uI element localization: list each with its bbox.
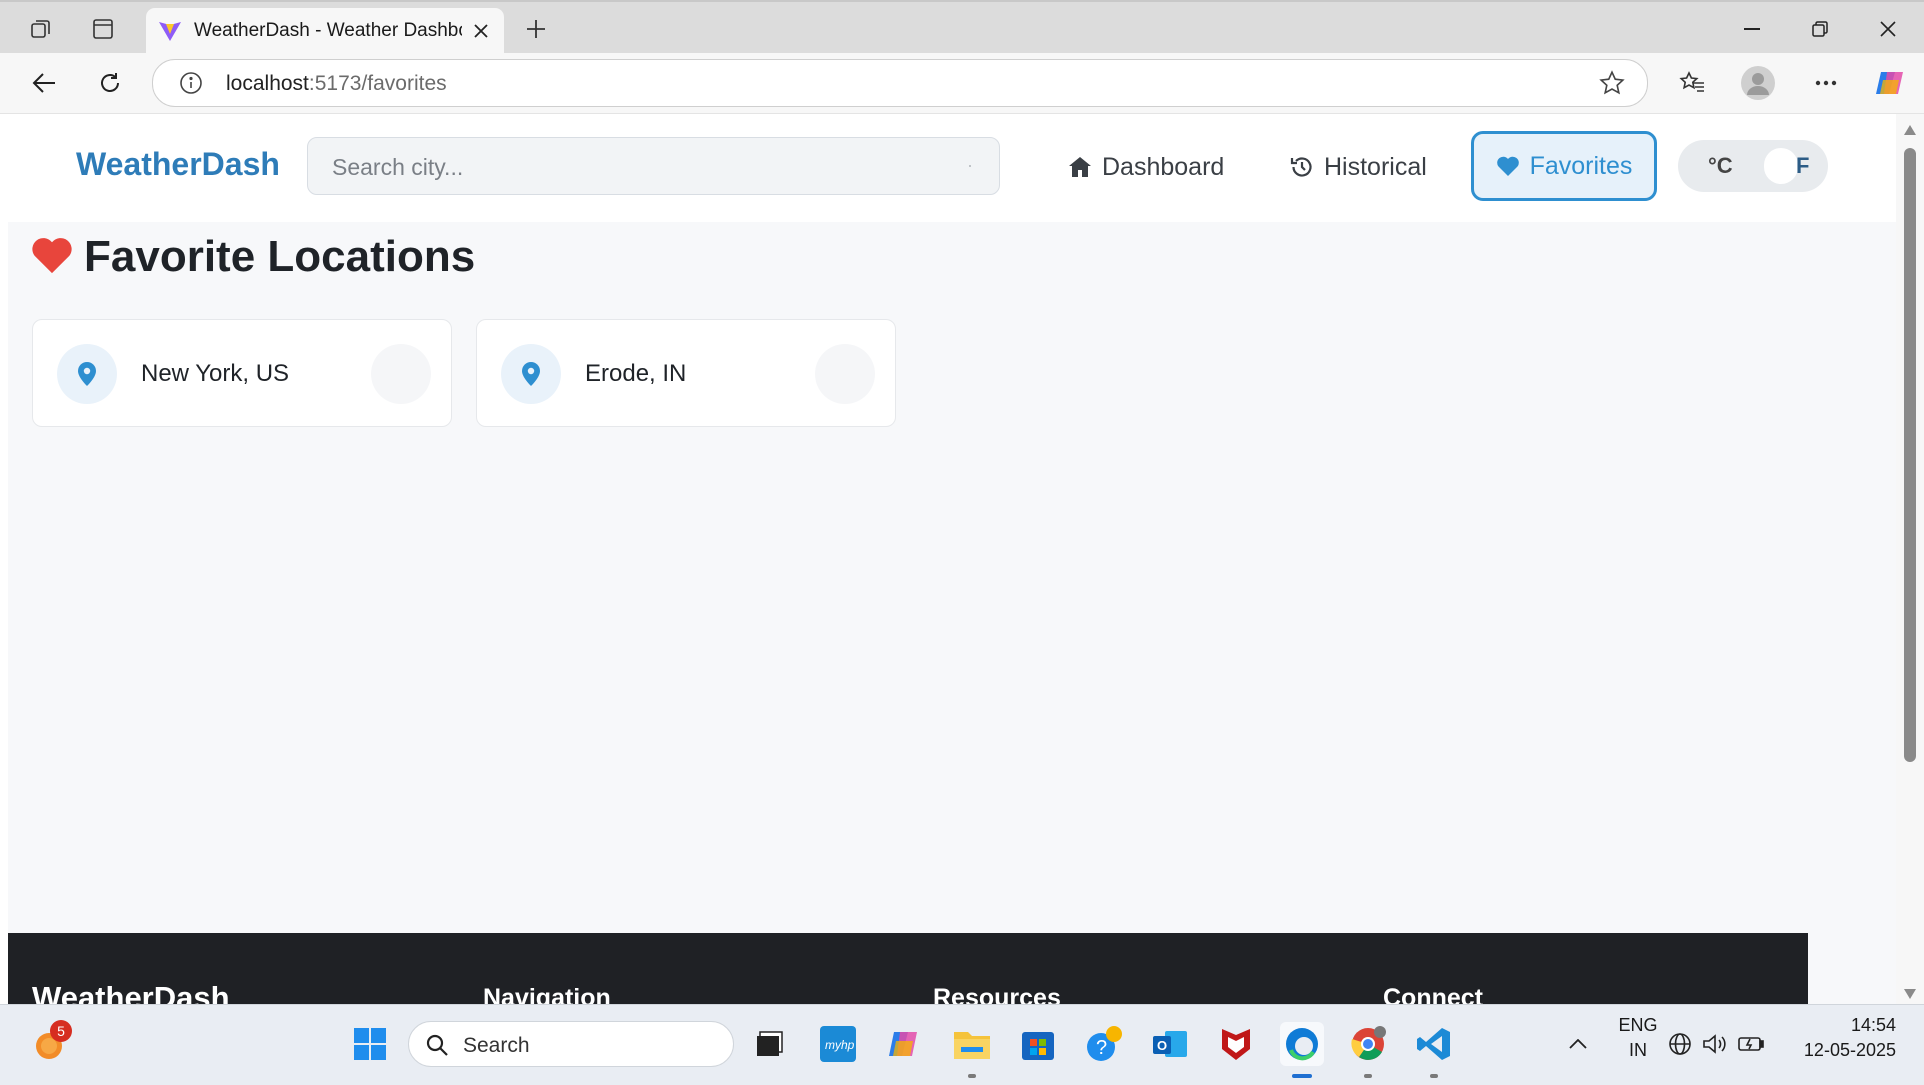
running-indicator	[1364, 1074, 1372, 1078]
new-tab-icon[interactable]	[516, 10, 556, 48]
history-icon	[1290, 155, 1314, 179]
footer-heading-connect: Connect	[1383, 984, 1483, 1004]
unit-celsius-label: °C	[1708, 153, 1733, 178]
close-tab-icon[interactable]	[468, 18, 494, 44]
language-code: ENG	[1618, 1015, 1658, 1035]
footer-heading-navigation: Navigation	[483, 984, 611, 1004]
heart-icon	[1496, 155, 1520, 177]
home-icon	[1068, 156, 1092, 178]
svg-text:myhp: myhp	[825, 1038, 855, 1052]
task-view-icon[interactable]	[748, 1022, 792, 1066]
copilot-icon[interactable]	[1870, 63, 1910, 103]
bookmark-star-icon[interactable]	[1599, 70, 1625, 101]
page-viewport: WeatherDash Search city... Dashboard His…	[8, 114, 1896, 1004]
remove-favorite-button[interactable]	[815, 344, 875, 404]
page-title: Favorite Locations	[30, 232, 475, 282]
taskbar-search-input[interactable]: Search	[408, 1021, 734, 1067]
remove-favorite-button[interactable]	[371, 344, 431, 404]
clock[interactable]: 14:54 12-05-2025	[1790, 1015, 1910, 1061]
address-bar[interactable]: localhost:5173/favorites	[152, 59, 1648, 107]
refresh-icon[interactable]	[90, 63, 130, 103]
microsoft-store-icon[interactable]	[1016, 1022, 1060, 1066]
favorite-location-name: New York, US	[141, 360, 290, 387]
workspaces-icon[interactable]	[21, 10, 61, 48]
location-pin-icon	[57, 344, 117, 404]
network-globe-icon[interactable]	[1668, 1022, 1692, 1066]
red-heart-icon	[30, 235, 74, 280]
page-title-text: Favorite Locations	[84, 232, 476, 281]
notification-badge: 5	[50, 1020, 72, 1042]
browser-toolbar: localhost:5173/favorites	[0, 53, 1924, 114]
close-window-icon[interactable]	[1861, 10, 1915, 48]
site-info-icon[interactable]	[179, 71, 203, 100]
favorite-card[interactable]: New York, US	[32, 319, 452, 427]
volume-icon[interactable]	[1700, 1022, 1730, 1066]
chrome-icon[interactable]	[1346, 1022, 1390, 1078]
search-indicator-dot	[969, 165, 971, 167]
weather-widget-icon[interactable]: 5	[28, 1020, 72, 1066]
scroll-down-arrow-icon[interactable]	[1904, 986, 1916, 1004]
footer-brand: WeatherDash	[32, 980, 230, 1004]
unit-fahrenheit-label: F	[1796, 153, 1810, 178]
clock-date: 12-05-2025	[1803, 1040, 1896, 1060]
unit-toggle-knob	[1764, 148, 1798, 184]
browser-tab-bar: WeatherDash - Weather Dashboard	[0, 0, 1924, 55]
nav-favorites[interactable]: Favorites	[1471, 131, 1657, 201]
svg-text:O: O	[1157, 1038, 1167, 1053]
myhp-app-icon[interactable]: myhp	[816, 1022, 860, 1066]
region-code: IN	[1629, 1040, 1647, 1060]
running-indicator	[968, 1074, 976, 1078]
unit-toggle[interactable]: °C F	[1678, 140, 1828, 192]
location-pin-icon	[501, 344, 561, 404]
windows-start-icon[interactable]	[348, 1022, 392, 1066]
app-header: WeatherDash Search city... Dashboard His…	[8, 114, 1896, 222]
more-options-icon[interactable]	[1806, 63, 1846, 103]
browser-tab[interactable]: WeatherDash - Weather Dashboard	[146, 8, 504, 55]
nav-historical[interactable]: Historical	[1290, 139, 1427, 195]
vscode-icon[interactable]	[1412, 1022, 1456, 1078]
search-placeholder: Search city...	[332, 154, 464, 180]
running-indicator	[1430, 1074, 1438, 1078]
copilot-app-icon[interactable]	[882, 1022, 926, 1066]
city-search-input[interactable]: Search city...	[307, 137, 1000, 195]
language-indicator[interactable]: ENG IN	[1610, 1015, 1666, 1061]
restore-icon[interactable]	[1793, 10, 1847, 48]
favorite-card[interactable]: Erode, IN	[476, 319, 896, 427]
search-icon	[425, 1033, 449, 1062]
nav-dashboard[interactable]: Dashboard	[1068, 139, 1224, 195]
nav-historical-label: Historical	[1324, 152, 1427, 181]
page-footer: WeatherDash Navigation Resources Connect	[8, 933, 1808, 1004]
svg-text:?: ?	[1096, 1037, 1107, 1059]
vite-logo-icon	[158, 20, 182, 47]
scroll-up-arrow-icon[interactable]	[1904, 122, 1916, 140]
back-icon[interactable]	[24, 63, 64, 103]
vertical-tabs-icon[interactable]	[83, 10, 123, 48]
active-app-indicator	[1292, 1074, 1312, 1078]
show-hidden-icons-chevron-icon[interactable]	[1556, 1022, 1600, 1066]
app-logo[interactable]: WeatherDash	[76, 146, 280, 183]
footer-heading-resources: Resources	[933, 984, 1061, 1004]
address-url: localhost:5173/favorites	[226, 72, 447, 95]
get-help-icon[interactable]: ?	[1082, 1022, 1126, 1066]
windows-taskbar: 5 Search myhp ? O ENG IN 14:54 12-05-202…	[0, 1004, 1924, 1085]
battery-icon[interactable]	[1736, 1022, 1766, 1066]
taskbar-search-placeholder: Search	[463, 1034, 530, 1057]
clock-time: 14:54	[1850, 1015, 1896, 1035]
profile-avatar-icon[interactable]	[1738, 63, 1778, 103]
mcafee-icon[interactable]	[1214, 1022, 1258, 1066]
scrollbar-thumb[interactable]	[1904, 148, 1916, 762]
minimize-icon[interactable]	[1725, 10, 1779, 48]
edge-browser-icon[interactable]	[1280, 1022, 1324, 1078]
favorites-bar-icon[interactable]	[1672, 63, 1712, 103]
favorite-location-name: Erode, IN	[585, 360, 687, 387]
nav-dashboard-label: Dashboard	[1102, 152, 1225, 181]
nav-favorites-label: Favorites	[1529, 151, 1633, 180]
page-scrollbar[interactable]	[1896, 114, 1924, 1004]
outlook-icon[interactable]: O	[1148, 1022, 1192, 1066]
file-explorer-icon[interactable]	[950, 1022, 994, 1078]
tab-title: WeatherDash - Weather Dashboard	[194, 20, 462, 41]
